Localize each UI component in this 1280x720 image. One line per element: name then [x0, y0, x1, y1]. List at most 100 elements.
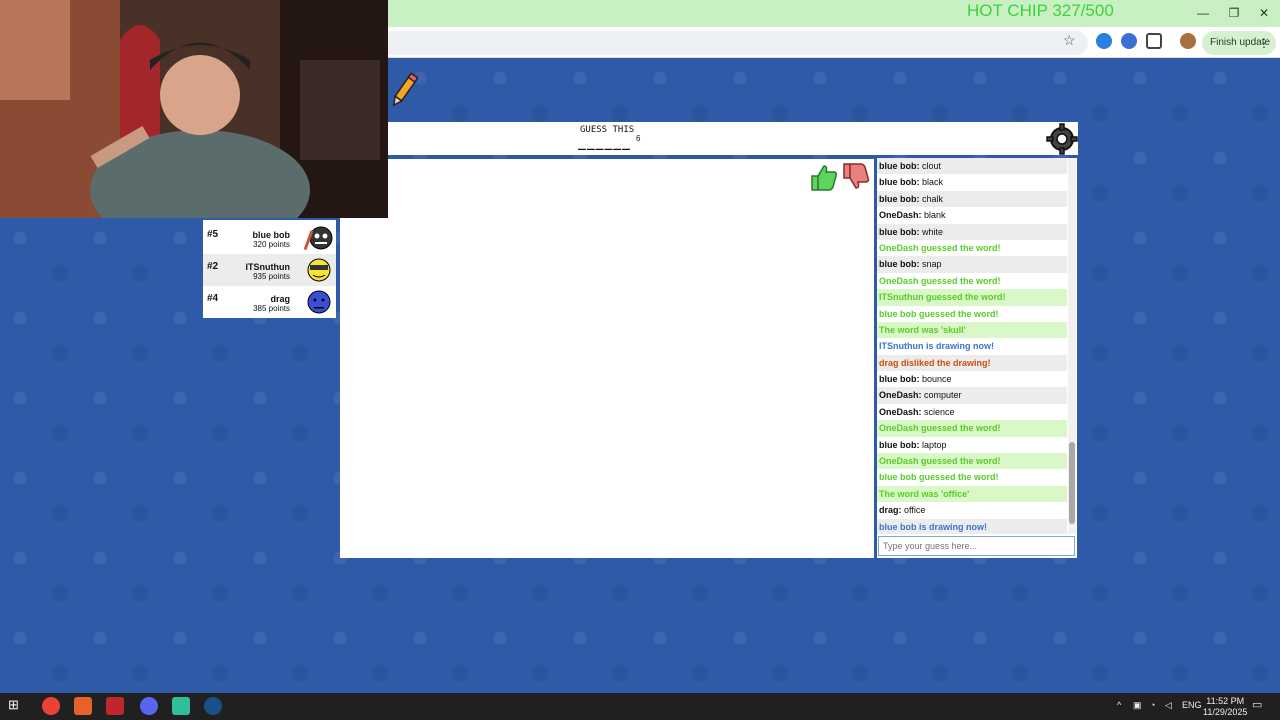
chat-message: OneDash: computer	[877, 387, 1067, 404]
language-indicator[interactable]: ENG	[1182, 700, 1202, 710]
chat-system-text: blue bob guessed the word!	[879, 308, 999, 319]
chat-system-text: OneDash guessed the word!	[879, 275, 1001, 286]
player-list: #5 blue bob 320 points #2 ITSnuthun 935 …	[203, 220, 336, 318]
player-rank: #2	[207, 261, 219, 272]
app-icon[interactable]	[74, 697, 92, 715]
address-bar[interactable]	[388, 31, 1088, 55]
player-score: 385 points	[253, 304, 290, 313]
chat-system-text: blue bob guessed the word!	[879, 472, 999, 483]
chat-message: ITSnuthun guessed the word!	[877, 289, 1067, 306]
chat-message: blue bob guessed the word!	[877, 469, 1067, 485]
chat-message: blue bob: white	[877, 223, 1067, 240]
webcam-overlay	[0, 0, 388, 218]
chat-text: white	[919, 226, 944, 237]
player-name: blue bob	[252, 230, 291, 240]
wifi-icon[interactable]: ◔	[1150, 700, 1155, 710]
chat-message: OneDash guessed the word!	[877, 240, 1067, 256]
chat-message: blue bob: snap	[877, 256, 1067, 273]
chat-username: blue bob:	[879, 226, 920, 237]
hot-chip-counter: HOT CHIP 327/500	[967, 1, 1114, 20]
clock-date: 11/29/2025	[1203, 707, 1248, 717]
chat-message: blue bob is drawing now!	[877, 518, 1067, 534]
chat-scroll-thumb[interactable]	[1069, 442, 1075, 524]
chat-message: OneDash: blank	[877, 207, 1067, 223]
app-icon[interactable]	[172, 697, 190, 715]
taskbar: ⊞ ^ ▣ ◔ ◁ ENG 11:52 PM 11/29/2025 ▭	[0, 693, 1280, 720]
chat-text: snap	[919, 259, 942, 270]
chat-system-text: ITSnuthun is drawing now!	[879, 341, 994, 352]
extension-icon[interactable]	[1121, 33, 1137, 49]
chat-username: blue bob:	[879, 439, 920, 450]
player-avatar	[304, 226, 333, 251]
close-button[interactable]: ✕	[1254, 4, 1274, 22]
chat-username: OneDash:	[879, 390, 922, 401]
discord-icon[interactable]	[140, 697, 158, 715]
taskbar-clock[interactable]: 11:52 PM 11/29/2025	[1203, 696, 1247, 718]
chat-text: office	[901, 505, 926, 516]
chat-message: OneDash guessed the word!	[877, 453, 1067, 470]
chat-username: OneDash:	[879, 406, 922, 417]
clock-time: 11:52 PM	[1206, 696, 1245, 706]
word-length: 6	[636, 134, 641, 143]
settings-gear-icon[interactable]	[1046, 123, 1078, 155]
profile-avatar[interactable]	[1180, 33, 1196, 49]
chat-username: blue bob:	[879, 374, 920, 385]
volume-icon[interactable]: ◁	[1165, 700, 1172, 711]
chat-username: blue bob:	[879, 259, 920, 270]
chat-text: black	[919, 177, 944, 188]
chat-text: computer	[921, 390, 962, 401]
chat-text: science	[921, 406, 955, 417]
minimize-button[interactable]: —	[1193, 4, 1213, 22]
player-score: 935 points	[253, 272, 290, 281]
chat-text: clout	[919, 161, 942, 171]
chat-username: blue bob:	[879, 193, 920, 204]
player-row[interactable]: #4 drag 385 points	[203, 286, 336, 318]
chat-username: blue bob:	[879, 177, 920, 188]
network-icon[interactable]: ▣	[1133, 700, 1142, 711]
player-name: ITSnuthun	[245, 262, 291, 272]
steam-icon[interactable]	[204, 697, 222, 715]
chat-system-text: The word was 'skull'	[879, 324, 966, 335]
player-score: 320 points	[253, 240, 290, 249]
chat-text: laptop	[919, 439, 947, 450]
word-blanks: ______	[578, 136, 631, 151]
chat-scrollbar[interactable]	[1068, 158, 1076, 534]
chat-system-text: OneDash guessed the word!	[879, 456, 1001, 467]
drawing-canvas[interactable]	[340, 159, 874, 558]
player-rank: #5	[207, 229, 219, 240]
chat-message: drag: office	[877, 502, 1067, 518]
chat-panel: blue bob: clout blue bob: black blue bob: …	[877, 158, 1077, 558]
thumbs-down-icon[interactable]	[840, 162, 870, 192]
thumbs-up-icon[interactable]	[808, 162, 838, 192]
chat-message: blue bob: black	[877, 174, 1067, 190]
guess-this-label: GUESS THIS	[580, 125, 635, 135]
chat-message: OneDash guessed the word!	[877, 273, 1067, 289]
windows-start-icon[interactable]: ⊞	[8, 697, 26, 715]
player-name: drag	[270, 294, 290, 304]
app-icon[interactable]	[106, 697, 124, 715]
chat-message: drag disliked the drawing!	[877, 354, 1067, 372]
chat-system-text: OneDash guessed the word!	[879, 423, 1001, 434]
bookmark-star-icon[interactable]: ☆	[1063, 32, 1076, 49]
restore-button[interactable]: ❐	[1224, 4, 1244, 22]
chat-username: OneDash:	[879, 210, 922, 221]
extension-icon[interactable]	[1096, 33, 1112, 49]
chat-system-text: drag disliked the drawing!	[879, 357, 991, 368]
chrome-icon[interactable]	[42, 697, 60, 715]
chat-messages[interactable]: blue bob: clout blue bob: black blue bob: …	[877, 158, 1067, 534]
player-avatar	[307, 258, 331, 282]
player-row[interactable]: #2 ITSnuthun 935 points	[203, 254, 336, 286]
chat-system-text: ITSnuthun guessed the word!	[879, 292, 1006, 303]
notification-icon[interactable]: ▭	[1252, 698, 1262, 711]
player-rank: #4	[207, 293, 219, 304]
tray-chevron-icon[interactable]: ^	[1117, 700, 1121, 710]
guess-input[interactable]	[878, 536, 1075, 556]
player-avatar	[307, 290, 331, 314]
player-row[interactable]: #5 blue bob 320 points	[203, 222, 336, 254]
finish-update-button[interactable]: Finish update ⋮	[1202, 31, 1276, 55]
chat-message: blue bob: chalk	[877, 190, 1067, 208]
extensions-puzzle-icon[interactable]	[1146, 33, 1162, 49]
chat-message: blue bob guessed the word!	[877, 306, 1067, 322]
chat-system-text: The word was 'office'	[879, 488, 970, 499]
chat-message: The word was 'office'	[877, 485, 1067, 503]
